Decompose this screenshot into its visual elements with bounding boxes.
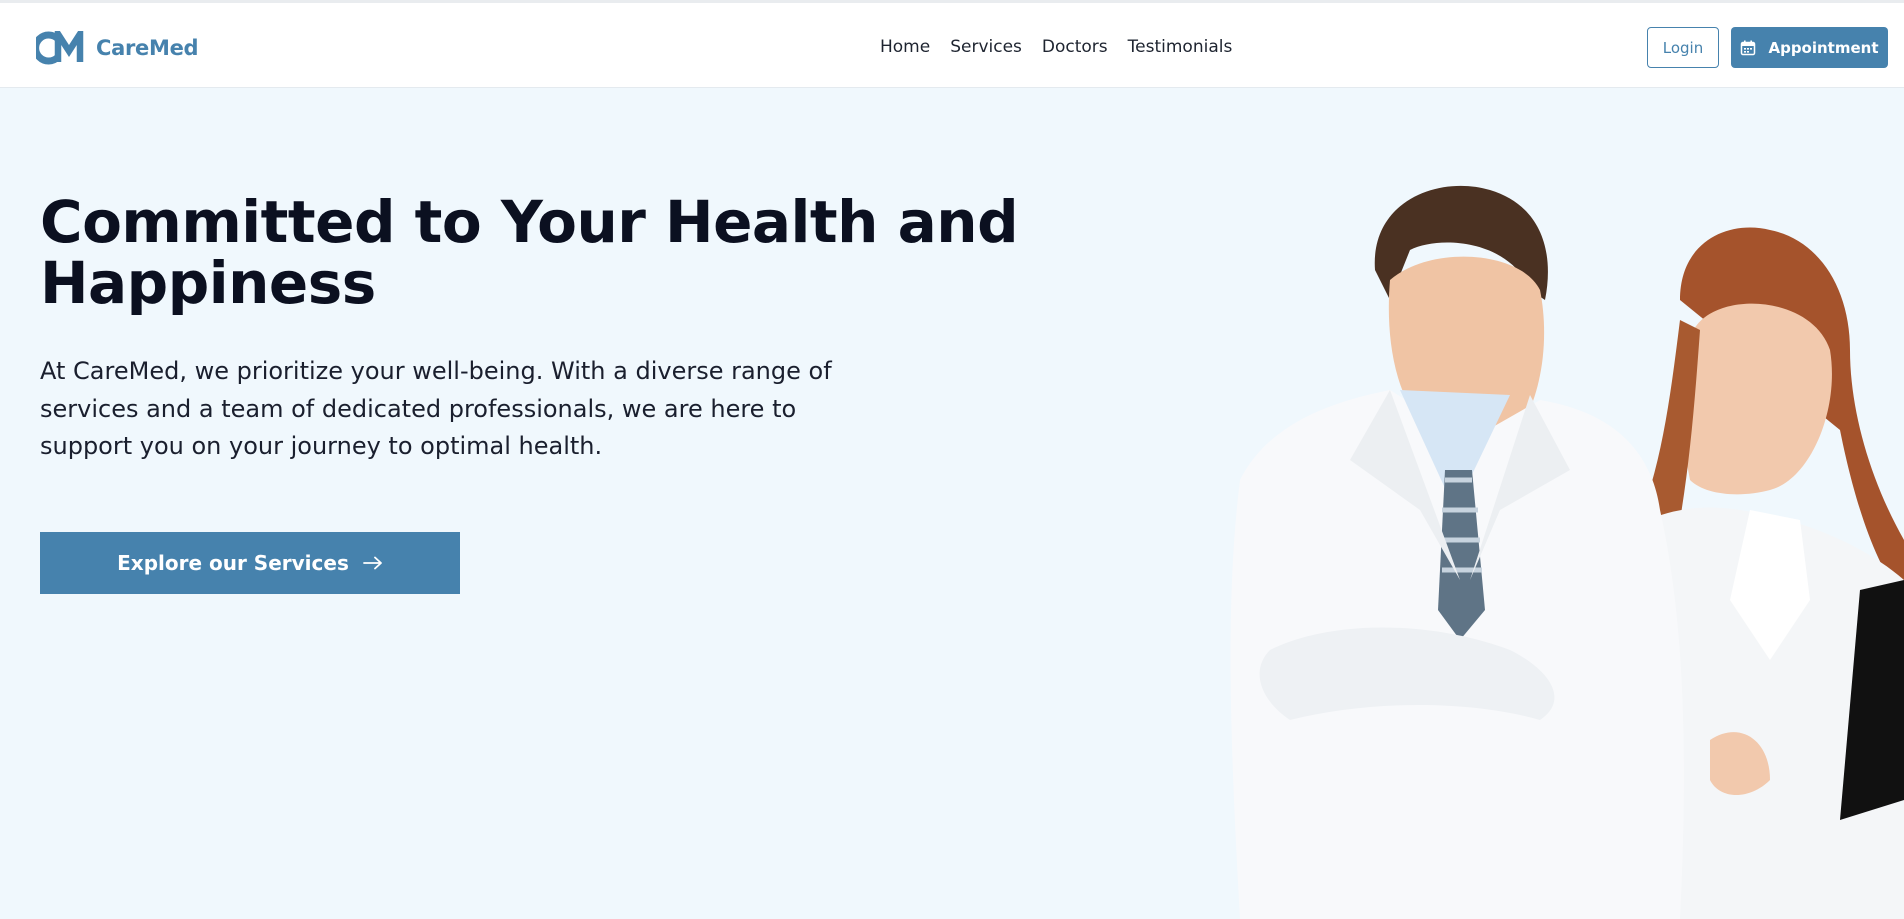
nav-doctors-link[interactable]: Doctors <box>1032 33 1118 61</box>
hero-description: At CareMed, we prioritize your well-bein… <box>40 357 832 460</box>
male-doctor-figure <box>1230 185 1684 919</box>
main-nav: Home Services Doctors Testimonials <box>870 33 1242 61</box>
appointment-button[interactable]: Appointment <box>1731 27 1888 68</box>
brand-name: CareMed <box>96 36 199 60</box>
caremed-logo-icon <box>36 31 84 65</box>
appointment-button-label: Appointment <box>1768 38 1879 57</box>
brand-logo-link[interactable]: CareMed <box>36 31 199 65</box>
arrow-right-icon <box>362 556 382 570</box>
top-navbar: CareMed Home Services Doctors Testimonia… <box>0 0 1904 88</box>
explore-services-label: Explore our Services <box>117 551 349 575</box>
nav-services-link[interactable]: Services <box>940 33 1032 61</box>
hero-title: Committed to Your Health and Happiness <box>40 188 1019 317</box>
calendar-icon <box>1741 40 1756 55</box>
login-button[interactable]: Login <box>1647 27 1719 68</box>
doctors-photo <box>1230 185 1904 919</box>
nav-testimonials-link[interactable]: Testimonials <box>1118 33 1243 61</box>
explore-services-button[interactable]: Explore our Services <box>40 532 460 594</box>
nav-home-link[interactable]: Home <box>870 33 940 61</box>
